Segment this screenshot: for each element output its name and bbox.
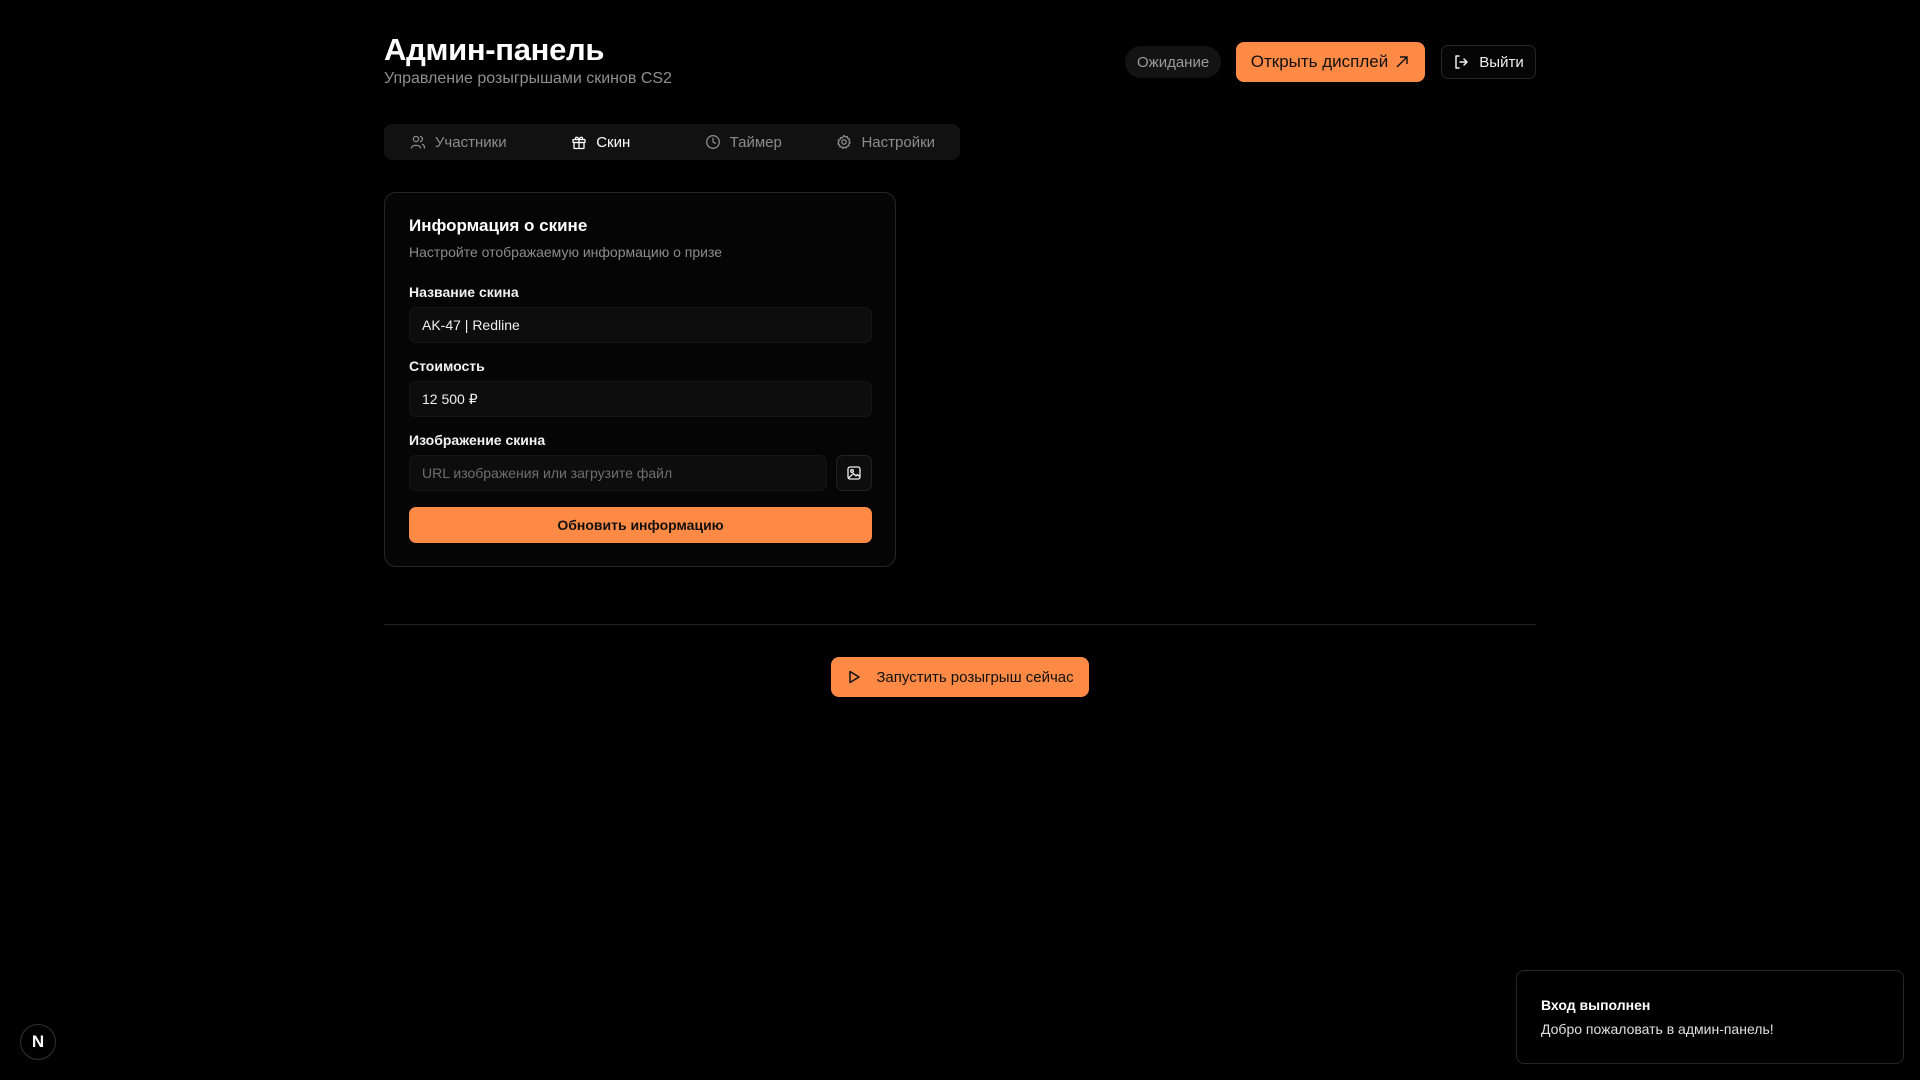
page-subtitle: Управление розыгрышами скинов CS2 bbox=[384, 70, 672, 87]
tab-participants[interactable]: Участники bbox=[387, 127, 530, 157]
open-display-label: Открыть дисплей bbox=[1250, 52, 1389, 71]
page-title: Админ-панель bbox=[384, 32, 605, 67]
price-input[interactable] bbox=[409, 381, 872, 417]
start-draw-label: Запустить розыгрыш сейчас bbox=[876, 668, 1074, 686]
card-description: Настройте отображаемую информацию о приз… bbox=[409, 244, 723, 260]
price-label: Стоимость bbox=[409, 358, 485, 374]
image-url-input[interactable] bbox=[409, 455, 827, 491]
gift-icon bbox=[572, 136, 586, 150]
image-label: Изображение скина bbox=[409, 432, 546, 448]
tab-label: Участники bbox=[434, 133, 507, 151]
skin-name-label: Название скина bbox=[409, 284, 519, 300]
image-icon bbox=[847, 466, 861, 480]
toast-message: Добро пожаловать в админ-панель! bbox=[1541, 1021, 1774, 1037]
header: Админ-панель Управление розыгрышами скин… bbox=[384, 32, 1536, 92]
admin-page: Админ-панель Управление розыгрышами скин… bbox=[0, 0, 1920, 1080]
open-display-button[interactable]: Открыть дисплей bbox=[1236, 42, 1425, 82]
tab-label: Скин bbox=[596, 133, 631, 151]
upload-image-button[interactable] bbox=[836, 455, 872, 491]
users-icon bbox=[410, 135, 426, 149]
logout-button[interactable]: Выйти bbox=[1441, 45, 1536, 79]
status-badge: Ожидание bbox=[1125, 46, 1222, 78]
tab-bar: Участники Скин Таймер Настройки bbox=[384, 124, 960, 160]
tab-label: Настройки bbox=[861, 133, 936, 151]
clock-icon bbox=[705, 135, 720, 149]
play-icon bbox=[849, 670, 861, 684]
update-info-button[interactable]: Обновить информацию bbox=[409, 507, 872, 543]
tab-label: Таймер bbox=[729, 133, 782, 151]
tab-timer[interactable]: Таймер bbox=[672, 127, 815, 157]
gear-icon bbox=[837, 134, 852, 149]
skin-name-input[interactable] bbox=[409, 307, 872, 343]
card-title: Информация о скине bbox=[409, 216, 588, 235]
logout-icon bbox=[1455, 55, 1469, 69]
tab-settings[interactable]: Настройки bbox=[815, 127, 958, 157]
tab-skin[interactable]: Скин bbox=[530, 127, 673, 157]
external-arrow-icon bbox=[1396, 56, 1408, 68]
divider bbox=[384, 624, 1536, 625]
start-draw-button[interactable]: Запустить розыгрыш сейчас bbox=[831, 657, 1089, 697]
toast-title: Вход выполнен bbox=[1541, 997, 1651, 1013]
dev-tools-badge[interactable]: N bbox=[20, 1024, 56, 1060]
logout-label: Выйти bbox=[1479, 53, 1524, 71]
toast-notification: Вход выполнен Добро пожаловать в админ-п… bbox=[1516, 970, 1904, 1064]
skin-info-card: Информация о скине Настройте отображаему… bbox=[384, 192, 896, 567]
